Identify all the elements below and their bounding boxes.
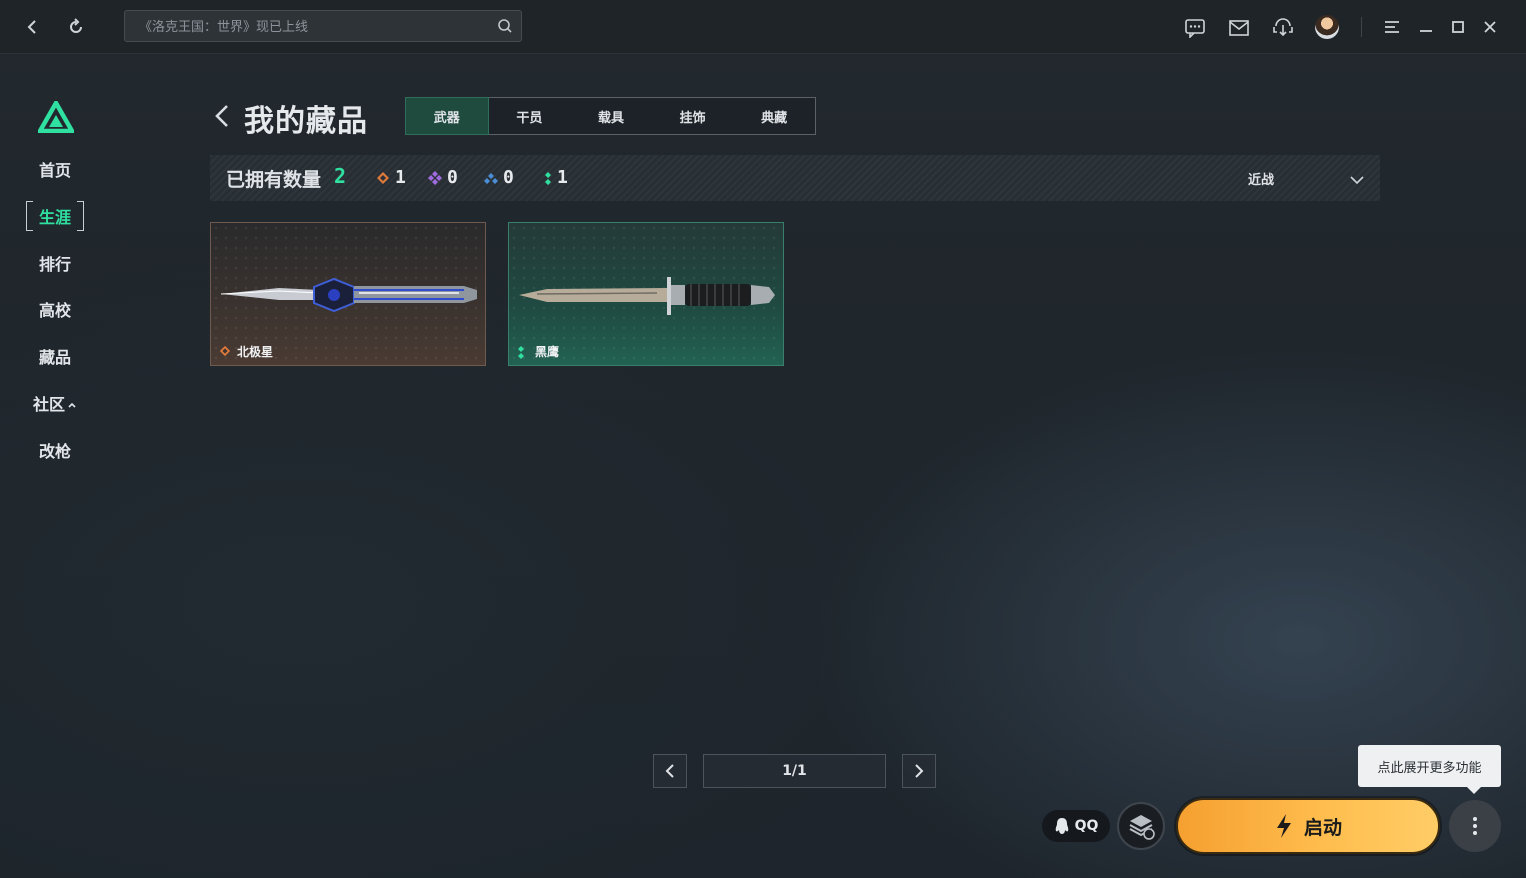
green-rarity-icon xyxy=(545,171,551,185)
top-bar xyxy=(0,0,1526,54)
back-icon[interactable] xyxy=(18,13,46,41)
rarity-count: 1 xyxy=(395,167,406,188)
category-tabs: 武器 干员 载具 挂饰 典藏 xyxy=(405,97,816,135)
item-card[interactable]: 北极星 xyxy=(210,222,486,366)
nav-item-gunsmith[interactable]: 改枪 xyxy=(26,435,84,465)
qq-penguin-icon xyxy=(1055,818,1068,834)
stats-bar: 已拥有数量 2 1 0 0 1 近战 xyxy=(210,155,1380,201)
nav-item-career[interactable]: 生涯 xyxy=(26,201,84,231)
mail-icon[interactable] xyxy=(1225,14,1253,42)
more-vertical-icon xyxy=(1473,817,1477,835)
tab-operators[interactable]: 干员 xyxy=(489,98,571,134)
avatar[interactable] xyxy=(1315,15,1339,39)
menu-icon[interactable] xyxy=(1378,13,1406,41)
rarity-count: 1 xyxy=(557,167,568,188)
gold-rarity-icon xyxy=(377,171,389,184)
chevron-up-icon xyxy=(67,394,77,413)
nav-item-label: 社区 xyxy=(32,395,65,414)
refresh-icon[interactable] xyxy=(62,13,90,41)
divider xyxy=(1361,17,1362,37)
back-icon[interactable] xyxy=(212,103,232,133)
rarity-purple: 0 xyxy=(428,167,458,188)
chevron-down-icon[interactable] xyxy=(1349,171,1365,190)
download-icon[interactable] xyxy=(1269,14,1297,42)
rarity-gold: 1 xyxy=(376,167,406,188)
launch-label: 启动 xyxy=(1303,816,1342,839)
chat-icon[interactable] xyxy=(1181,14,1209,42)
app-logo[interactable] xyxy=(36,98,76,137)
page-title: 我的藏品 xyxy=(244,104,368,139)
owned-count: 2 xyxy=(334,164,347,188)
launch-button[interactable]: 启动 xyxy=(1176,798,1440,854)
next-page-button[interactable] xyxy=(902,754,936,788)
green-rarity-icon xyxy=(518,346,524,359)
tab-weapons[interactable]: 武器 xyxy=(405,97,489,135)
nav-item-college[interactable]: 高校 xyxy=(26,294,84,324)
item-card[interactable]: 黑鹰 xyxy=(508,222,784,366)
page-indicator: 1/1 xyxy=(703,754,886,788)
nav-item-collection[interactable]: 藏品 xyxy=(26,341,84,371)
more-features-tooltip: 点此展开更多功能 xyxy=(1358,745,1501,794)
nav-item-home[interactable]: 首页 xyxy=(26,154,84,184)
gold-rarity-icon xyxy=(219,345,231,357)
qq-button[interactable]: QQ xyxy=(1042,810,1110,842)
knife-image xyxy=(519,277,775,315)
qq-label: QQ xyxy=(1074,818,1099,834)
tab-charms[interactable]: 挂饰 xyxy=(652,98,734,134)
rarity-blue: 0 xyxy=(484,167,514,188)
nav-item-community[interactable]: 社区 xyxy=(26,388,84,418)
search-bar[interactable] xyxy=(124,10,522,43)
filter-dropdown[interactable]: 近战 xyxy=(1248,169,1274,188)
lightning-icon xyxy=(1276,814,1291,838)
purple-rarity-icon xyxy=(428,170,442,185)
nav-item-ranking[interactable]: 排行 xyxy=(26,248,84,278)
blue-rarity-icon xyxy=(484,172,498,184)
rarity-green: 1 xyxy=(544,167,568,188)
minimize-icon[interactable] xyxy=(1412,13,1440,41)
owned-label: 已拥有数量 xyxy=(226,169,322,191)
more-options-button[interactable] xyxy=(1449,800,1501,852)
search-input[interactable] xyxy=(137,11,501,43)
game-settings-button[interactable] xyxy=(1117,802,1165,850)
layers-icon xyxy=(1129,815,1155,840)
item-name: 北极星 xyxy=(237,345,274,359)
close-icon[interactable] xyxy=(1476,13,1504,41)
rarity-count: 0 xyxy=(447,167,458,188)
item-name: 黑鹰 xyxy=(535,345,560,359)
maximize-icon[interactable] xyxy=(1444,13,1472,41)
dagger-image xyxy=(220,277,477,313)
rarity-count: 0 xyxy=(503,167,514,188)
search-icon[interactable] xyxy=(497,18,513,38)
tab-vehicles[interactable]: 载具 xyxy=(570,98,652,134)
prev-page-button[interactable] xyxy=(653,754,687,788)
tab-archive[interactable]: 典藏 xyxy=(733,98,815,134)
